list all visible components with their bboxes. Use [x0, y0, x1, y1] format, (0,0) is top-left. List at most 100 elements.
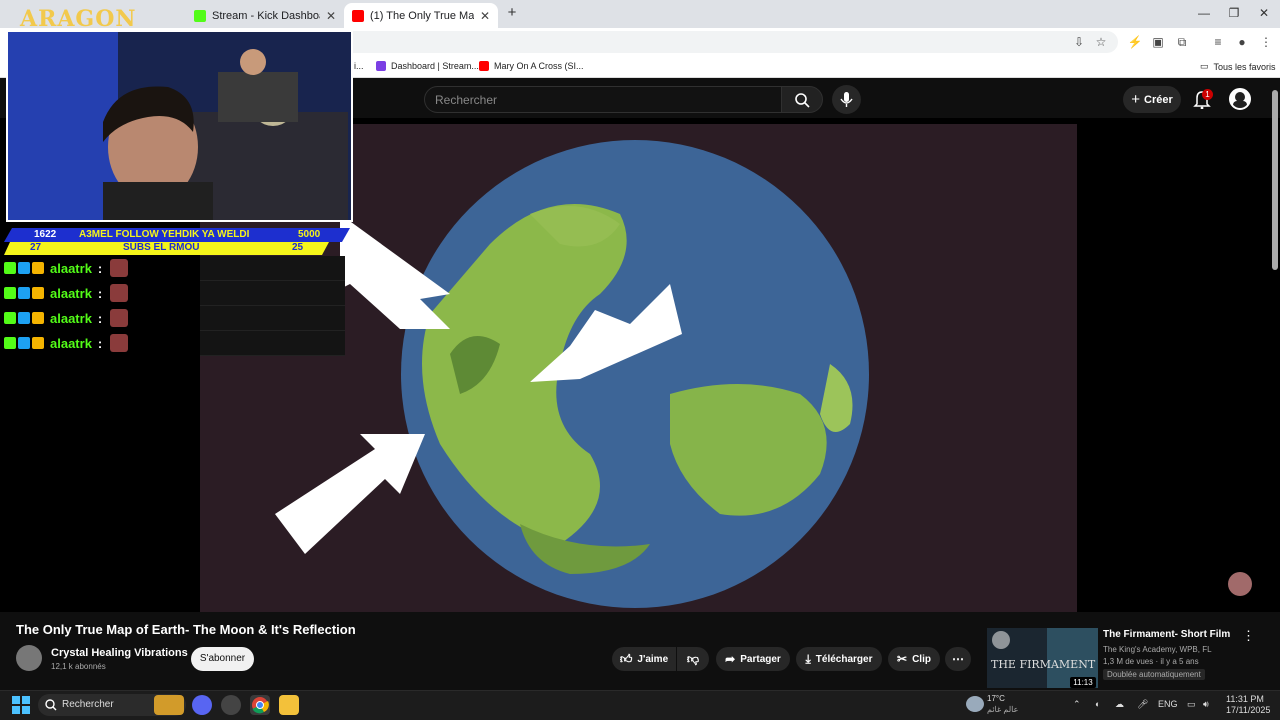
youtube-favicon-icon [479, 61, 489, 71]
subs-goal: 25 [292, 242, 304, 253]
chat-row-bg [200, 256, 345, 281]
recommendation-channel[interactable]: The King's Academy, WPB, FL [1103, 645, 1212, 654]
more-vertical-icon[interactable]: ⋮ [1242, 628, 1255, 644]
taskbar-search-placeholder: Rechercher [62, 699, 114, 710]
network-icon[interactable]: ▭ [1187, 699, 1196, 710]
create-button[interactable]: + Créer [1123, 86, 1181, 113]
kick-badge-icon [4, 312, 16, 324]
new-tab-icon[interactable]: + [504, 5, 520, 21]
address-bar[interactable] [340, 31, 1118, 53]
tab-kick-dashboard[interactable]: Stream - Kick Dashboard ✕ [186, 3, 344, 28]
chat-username: alaatrk [50, 310, 92, 326]
channel-avatar[interactable] [16, 645, 42, 671]
download-button[interactable]: ⤓ Télécharger [796, 647, 882, 671]
chat-username: alaatrk [50, 285, 92, 301]
webcam-feed [6, 30, 353, 222]
search-icon [795, 93, 810, 108]
extensions-puzzle-icon[interactable]: ⧉ [1174, 34, 1190, 50]
bookmark-item[interactable]: Mary On A Cross (SI... [479, 61, 584, 71]
search-button[interactable] [781, 86, 823, 113]
kick-badge-icon [4, 337, 16, 349]
follow-message: A3MEL FOLLOW YEHDIK YA WELDI [79, 229, 250, 240]
clock-time[interactable]: 11:31 PM [1226, 694, 1264, 704]
kick-favicon-icon [194, 9, 206, 22]
bookmark-label: Mary On A Cross (SI... [494, 61, 584, 71]
plus-icon: + [1131, 91, 1140, 108]
share-label: Partager [740, 653, 781, 665]
file-explorer-icon[interactable] [279, 695, 299, 715]
channel-name[interactable]: Crystal Healing Vibrations [51, 647, 188, 659]
app-tray-icon[interactable]: ◐ [1095, 699, 1100, 709]
recommendation-title[interactable]: The Firmament- Short Film [1103, 629, 1230, 640]
like-button[interactable]: 👍︎ J'aime [612, 647, 676, 671]
chrome-icon[interactable] [250, 695, 270, 715]
microphone-icon[interactable]: 🎤︎ [1137, 699, 1148, 710]
menu-kebab-icon[interactable]: ⋮ [1258, 34, 1274, 50]
obs-icon[interactable] [221, 695, 241, 715]
tab-label: (1) The Only True Map of Earth [370, 9, 474, 22]
verified-badge-icon [18, 287, 30, 299]
chat-username: alaatrk [50, 260, 92, 276]
bookmark-star-icon[interactable]: ☆ [1093, 34, 1109, 50]
bookmark-item[interactable]: i... [354, 61, 364, 71]
weather-cloud-icon [966, 696, 984, 712]
search-placeholder: Rechercher [435, 93, 498, 107]
screenshot-icon[interactable]: ▣ [1150, 34, 1166, 50]
crown-badge-icon [32, 337, 44, 349]
share-button[interactable]: ➦ Partager [716, 647, 790, 671]
search-highlight-icon[interactable] [154, 695, 184, 715]
subscribe-button[interactable]: S'abonner [191, 647, 254, 671]
close-tab-icon[interactable]: ✕ [480, 9, 490, 23]
chat-message: alaatrk : [4, 334, 129, 352]
tab-youtube-video[interactable]: (1) The Only True Map of Earth ✕ [344, 3, 498, 28]
chat-message: alaatrk : [4, 284, 129, 302]
youtube-favicon-icon [352, 9, 364, 22]
all-bookmarks[interactable]: ▭ Tous les favoris [1200, 61, 1276, 72]
clock-date[interactable]: 17/11/2025 [1226, 705, 1270, 715]
language-indicator[interactable]: ENG [1158, 699, 1178, 709]
show-hidden-icons-icon[interactable]: ⌃ [1073, 699, 1081, 710]
arrow-annotation [275, 434, 425, 554]
media-control-icon[interactable]: ≡ [1210, 34, 1226, 50]
restore-icon[interactable]: ❐ [1226, 5, 1242, 21]
crown-badge-icon [32, 287, 44, 299]
microphone-icon [840, 92, 853, 107]
clip-label: Clip [912, 653, 931, 665]
chat-separator: : [97, 335, 103, 351]
more-horizontal-icon: ⋯ [952, 652, 964, 666]
thumbs-down-icon: 👎︎ [686, 651, 700, 666]
onedrive-icon[interactable]: ☁ [1115, 699, 1124, 710]
show-desktop-button[interactable] [1266, 694, 1274, 714]
auto-dubbed-badge: Doublée automatiquement [1103, 669, 1205, 680]
minimize-icon[interactable]: — [1196, 5, 1212, 21]
chat-row-bg [200, 281, 345, 306]
volume-icon[interactable]: 🔊︎ [1203, 699, 1209, 710]
voice-search-button[interactable] [832, 85, 861, 114]
bookmark-label: Dashboard | Stream... [391, 61, 479, 71]
dislike-button[interactable]: 👎︎ [677, 647, 709, 671]
folder-icon: ▭ [1200, 61, 1209, 71]
video-duration: 11:13 [1070, 677, 1096, 688]
discord-icon[interactable] [192, 695, 212, 715]
clip-button[interactable]: ✂ Clip [888, 647, 940, 671]
weather-temperature: 17°C [987, 694, 1005, 703]
extension-icon[interactable]: ⚡ [1127, 34, 1143, 50]
emote-icon [110, 334, 129, 352]
page-scrollbar[interactable] [1272, 90, 1278, 270]
emote-icon [110, 309, 129, 327]
search-input[interactable]: Rechercher [424, 86, 782, 113]
account-avatar[interactable] [1229, 88, 1251, 110]
install-app-icon[interactable]: ⇩ [1071, 34, 1087, 50]
windows-start-icon[interactable] [12, 696, 30, 714]
subs-message: SUBS EL RMOU [123, 242, 200, 253]
verified-badge-icon [18, 312, 30, 324]
channel-watermark[interactable] [1228, 572, 1252, 596]
bookmark-item[interactable]: Dashboard | Stream... [376, 61, 479, 71]
chat-separator: : [97, 285, 103, 301]
chat-row-bg [200, 306, 345, 331]
close-window-icon[interactable]: ✕ [1256, 5, 1272, 21]
close-tab-icon[interactable]: ✕ [326, 9, 336, 23]
kick-badge-icon [4, 262, 16, 274]
more-actions-button[interactable]: ⋯ [945, 647, 971, 671]
profile-icon[interactable]: ● [1234, 34, 1250, 50]
